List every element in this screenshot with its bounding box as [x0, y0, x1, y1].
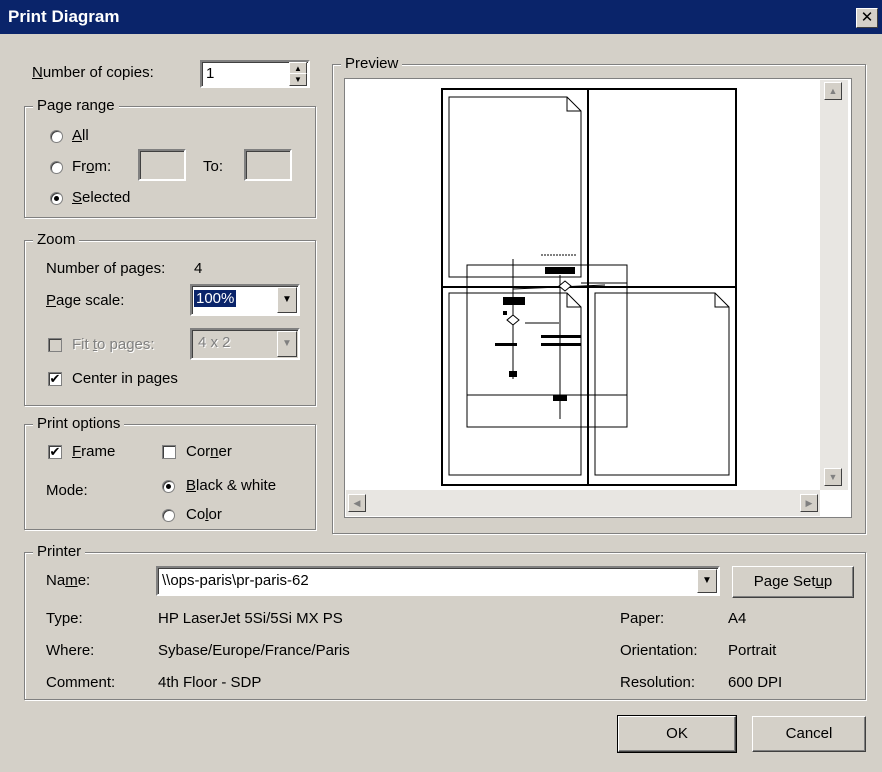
center-in-pages-checkbox[interactable]: ✔ [48, 372, 62, 386]
range-from-input[interactable] [138, 149, 186, 181]
mode-black-white-label: Black & white [186, 477, 277, 494]
printer-type-label: Type: [46, 610, 83, 627]
range-from-label: From: [72, 158, 112, 175]
scroll-right-button[interactable]: ▶ [800, 494, 818, 512]
resolution-value: 600 DPI [728, 674, 783, 691]
spin-up-icon: ▲ [294, 64, 302, 73]
page-setup-button[interactable]: Page Setup [732, 566, 854, 598]
preview-vertical-scrollbar[interactable]: ▲ ▼ [820, 80, 848, 490]
print-options-legend: Print options [33, 415, 125, 432]
mode-color-radio[interactable] [162, 509, 175, 522]
spin-down-icon: ▼ [294, 75, 302, 84]
dropdown-arrow-icon: ▼ [282, 338, 292, 349]
page-scale-value: 100% [194, 290, 237, 307]
scroll-down-button[interactable]: ▼ [824, 468, 842, 486]
mode-color-label: Color [186, 506, 222, 523]
frame-label: Frame [72, 443, 116, 460]
mode-label: Mode: [46, 482, 88, 499]
checkmark-icon: ✔ [49, 371, 61, 386]
orientation-value: Portrait [728, 642, 777, 659]
arrow-down-icon: ▼ [828, 472, 838, 482]
page-scale-dropdown-button[interactable]: ▼ [277, 287, 297, 313]
checkmark-icon: ✔ [49, 444, 61, 459]
range-to-input[interactable] [244, 149, 292, 181]
page-range-legend: Page range [33, 97, 119, 114]
printer-name-select[interactable]: \\ops-paris\pr-paris-62 ▼ [156, 566, 720, 596]
printer-legend: Printer [33, 543, 86, 560]
print-diagram-dialog: Print Diagram ✕ Number of copies: 1 ▲ ▼ … [0, 0, 882, 772]
title-bar: Print Diagram ✕ [0, 0, 882, 34]
arrow-right-icon: ▶ [805, 498, 813, 508]
spin-down-button[interactable]: ▼ [289, 73, 307, 86]
scroll-up-button[interactable]: ▲ [824, 82, 842, 100]
copies-value: 1 [206, 65, 215, 82]
corner-label: Corner [186, 443, 232, 460]
preview-legend: Preview [341, 55, 403, 72]
range-to-label: To: [203, 158, 224, 175]
page-scale-select[interactable]: 100% ▼ [190, 284, 300, 316]
range-selected-radio[interactable] [50, 192, 63, 205]
fit-to-pages-select[interactable]: 4 x 2 ▼ [190, 328, 300, 360]
resolution-label: Resolution: [620, 674, 696, 691]
copies-stepper[interactable]: 1 ▲ ▼ [200, 60, 310, 88]
arrow-up-icon: ▲ [828, 86, 838, 96]
cancel-button[interactable]: Cancel [752, 716, 866, 752]
preview-horizontal-scrollbar[interactable]: ◀ ▶ [346, 490, 820, 516]
mode-black-white-radio[interactable] [162, 480, 175, 493]
dropdown-arrow-icon: ▼ [702, 575, 712, 586]
scroll-left-button[interactable]: ◀ [348, 494, 366, 512]
close-icon: ✕ [860, 9, 874, 26]
preview-canvas[interactable] [344, 78, 852, 518]
fit-to-pages-dropdown-button[interactable]: ▼ [277, 331, 297, 357]
range-all-label: All [72, 127, 89, 144]
close-button[interactable]: ✕ [856, 8, 878, 28]
range-from-radio[interactable] [50, 161, 63, 174]
center-in-pages-label: Center in pages [72, 370, 178, 387]
printer-comment-label: Comment: [46, 674, 116, 691]
printer-type-value: HP LaserJet 5Si/5Si MX PS [158, 610, 343, 627]
printer-name-dropdown-button[interactable]: ▼ [697, 569, 717, 593]
printer-name-label: Name: [46, 572, 91, 589]
fit-to-pages-checkbox[interactable] [48, 338, 62, 352]
printer-where-value: Sybase/Europe/France/Paris [158, 642, 350, 659]
arrow-left-icon: ◀ [353, 498, 361, 508]
frame-checkbox[interactable]: ✔ [48, 445, 62, 459]
range-all-radio[interactable] [50, 130, 63, 143]
printer-where-label: Where: [46, 642, 95, 659]
printer-name-value: \\ops-paris\pr-paris-62 [162, 572, 309, 589]
range-selected-label: Selected [72, 189, 131, 206]
paper-value: A4 [728, 610, 747, 627]
copies-label: Number of copies: [32, 64, 154, 81]
preview-pages-drawing [441, 88, 737, 486]
number-of-pages-label: Number of pages: [46, 260, 166, 277]
orientation-label: Orientation: [620, 642, 698, 659]
paper-label: Paper: [620, 610, 665, 627]
ok-button[interactable]: OK [617, 715, 737, 753]
zoom-legend: Zoom [33, 231, 80, 248]
dropdown-arrow-icon: ▼ [282, 294, 292, 305]
printer-comment-value: 4th Floor - SDP [158, 674, 262, 691]
fit-to-pages-value: 4 x 2 [198, 334, 231, 351]
number-of-pages-value: 4 [194, 260, 203, 277]
corner-checkbox[interactable] [162, 445, 176, 459]
page-scale-label: Page scale: [46, 292, 125, 309]
window-title: Print Diagram [8, 7, 120, 26]
fit-to-pages-label: Fit to pages: [72, 336, 155, 353]
